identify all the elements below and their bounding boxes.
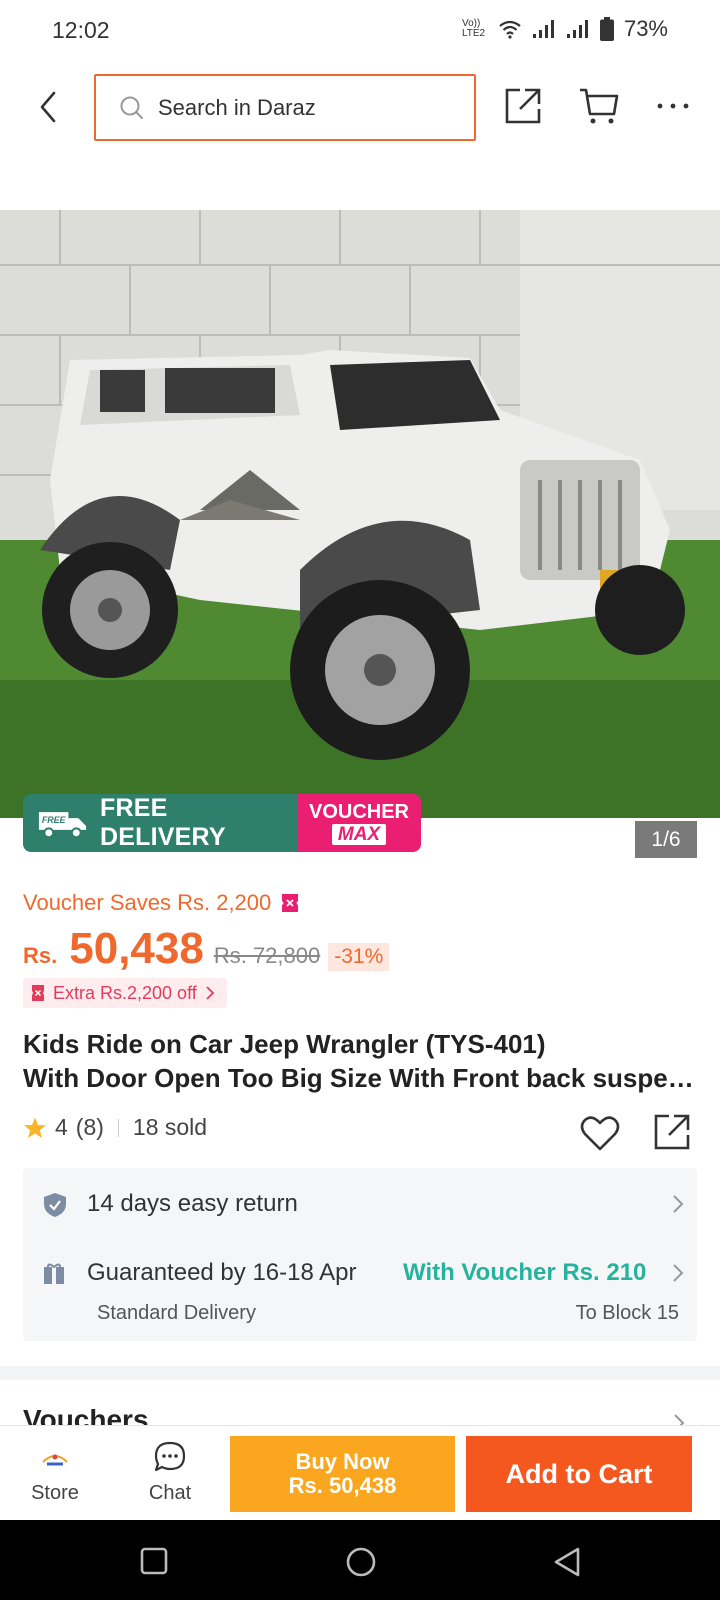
extra-off-badge[interactable]: Extra Rs.2,200 off (23, 978, 227, 1008)
free-tag: FREE (42, 815, 67, 825)
top-nav: Search in Daraz (0, 72, 720, 142)
section-divider (0, 1366, 720, 1380)
signal-icon-2 (566, 20, 588, 38)
delivery-voucher-text: With Voucher Rs. 210 (403, 1259, 647, 1286)
home-icon[interactable] (345, 1546, 377, 1578)
add-to-cart-button[interactable]: Add to Cart (466, 1436, 692, 1512)
share-icon (505, 88, 541, 124)
rating-row[interactable]: 4 (8) 18 sold (23, 1114, 207, 1141)
shield-check-icon (44, 1193, 66, 1217)
rating-value: 4 (55, 1114, 68, 1140)
cart-button[interactable] (578, 86, 620, 126)
chevron-right-icon (673, 1264, 684, 1282)
volte-icon: Vo)) LTE2 (461, 18, 486, 39)
free-delivery-text: FREE DELIVERY (100, 794, 226, 851)
buy-now-label: Buy Now (295, 1449, 390, 1474)
free-delivery-badge: FREE FREE DELIVERY (23, 794, 297, 852)
recent-apps-icon[interactable] (140, 1547, 168, 1575)
delivery-info-card: 14 days easy return Guaranteed by 16-18 … (23, 1168, 697, 1341)
product-title-line1: Kids Ride on Car Jeep Wrangler (TYS-401) (23, 1029, 546, 1059)
back-nav-icon[interactable] (552, 1546, 582, 1578)
battery-icon (599, 17, 614, 41)
delivery-truck-icon: FREE (38, 812, 87, 839)
original-price: Rs. 72,800 (213, 943, 321, 968)
return-policy-text: 14 days easy return (87, 1190, 298, 1217)
bottom-action-bar: Store Chat Buy Now Rs. 50,438 Add to Car… (0, 1425, 720, 1520)
more-dots-icon (657, 103, 689, 109)
wishlist-button[interactable] (580, 1114, 620, 1152)
star-icon (24, 1117, 46, 1138)
battery-percent: 73% (623, 16, 668, 41)
delivery-type: Standard Delivery (97, 1302, 256, 1324)
product-title: Kids Ride on Car Jeep Wrangler (TYS-401)… (23, 1027, 703, 1095)
chevron-right-icon (206, 986, 215, 1000)
extra-off-text: Extra Rs.2,200 off (53, 982, 197, 1003)
chat-icon (154, 1441, 186, 1472)
return-policy-row[interactable]: 14 days easy return (23, 1168, 697, 1238)
signal-icon (532, 20, 554, 38)
store-logo-icon (37, 1444, 73, 1474)
voucher-max-line2: MAX (331, 823, 387, 845)
image-pager: 1/6 (635, 821, 697, 858)
system-nav-bar (0, 1520, 720, 1600)
share-button[interactable] (503, 86, 543, 126)
cart-icon (580, 88, 619, 124)
product-photo (0, 210, 720, 818)
chevron-right-icon (673, 1195, 684, 1213)
voucher-saves-text: Voucher Saves Rs. 2,200 (23, 890, 272, 915)
review-count: (8) (75, 1114, 104, 1140)
store-button[interactable]: Store (25, 1438, 85, 1510)
delivery-destination: To Block 15 (575, 1302, 679, 1324)
voucher-saves[interactable]: Voucher Saves Rs. 2,200 (23, 890, 299, 916)
product-image[interactable] (0, 210, 720, 818)
voucher-max-badge: VOUCHER MAX (297, 794, 421, 852)
voucher-max-line1: VOUCHER (308, 800, 409, 823)
chat-label: Chat (148, 1482, 192, 1504)
chat-button[interactable]: Chat (138, 1438, 202, 1510)
price-value: 50,438 (69, 924, 204, 973)
search-placeholder: Search in Daraz (158, 94, 316, 120)
search-input[interactable]: Search in Daraz (94, 74, 476, 141)
buy-now-button[interactable]: Buy Now Rs. 50,438 (230, 1436, 455, 1512)
add-to-cart-label: Add to Cart (505, 1458, 653, 1489)
store-label: Store (31, 1482, 79, 1504)
product-title-line2: With Door Open Too Big Size With Front b… (23, 1063, 703, 1093)
back-button[interactable] (30, 88, 66, 126)
sold-count: 18 sold (132, 1114, 208, 1140)
voucher-icon (32, 985, 44, 1001)
more-button[interactable] (656, 92, 690, 120)
wifi-icon (499, 20, 521, 39)
search-icon (120, 96, 143, 119)
share-icon (654, 1114, 690, 1150)
status-icons: Vo)) LTE2 73% (462, 16, 668, 42)
divider (117, 1118, 119, 1137)
price-currency: Rs. (23, 943, 58, 968)
buy-now-price: Rs. 50,438 (288, 1473, 397, 1498)
share-product-button[interactable] (652, 1112, 692, 1152)
back-arrow-icon (40, 91, 56, 123)
price-row: Rs. 50,438 Rs. 72,800 -31% (23, 924, 390, 974)
guarantee-text: Guaranteed by 16-18 Apr (87, 1259, 357, 1286)
status-bar: 12:02 Vo)) LTE2 73% (0, 0, 720, 62)
heart-icon (580, 1116, 620, 1151)
voucher-icon (282, 894, 299, 912)
status-time: 12:02 (52, 17, 110, 43)
package-icon (44, 1263, 64, 1284)
discount-badge: -31% (328, 943, 390, 971)
